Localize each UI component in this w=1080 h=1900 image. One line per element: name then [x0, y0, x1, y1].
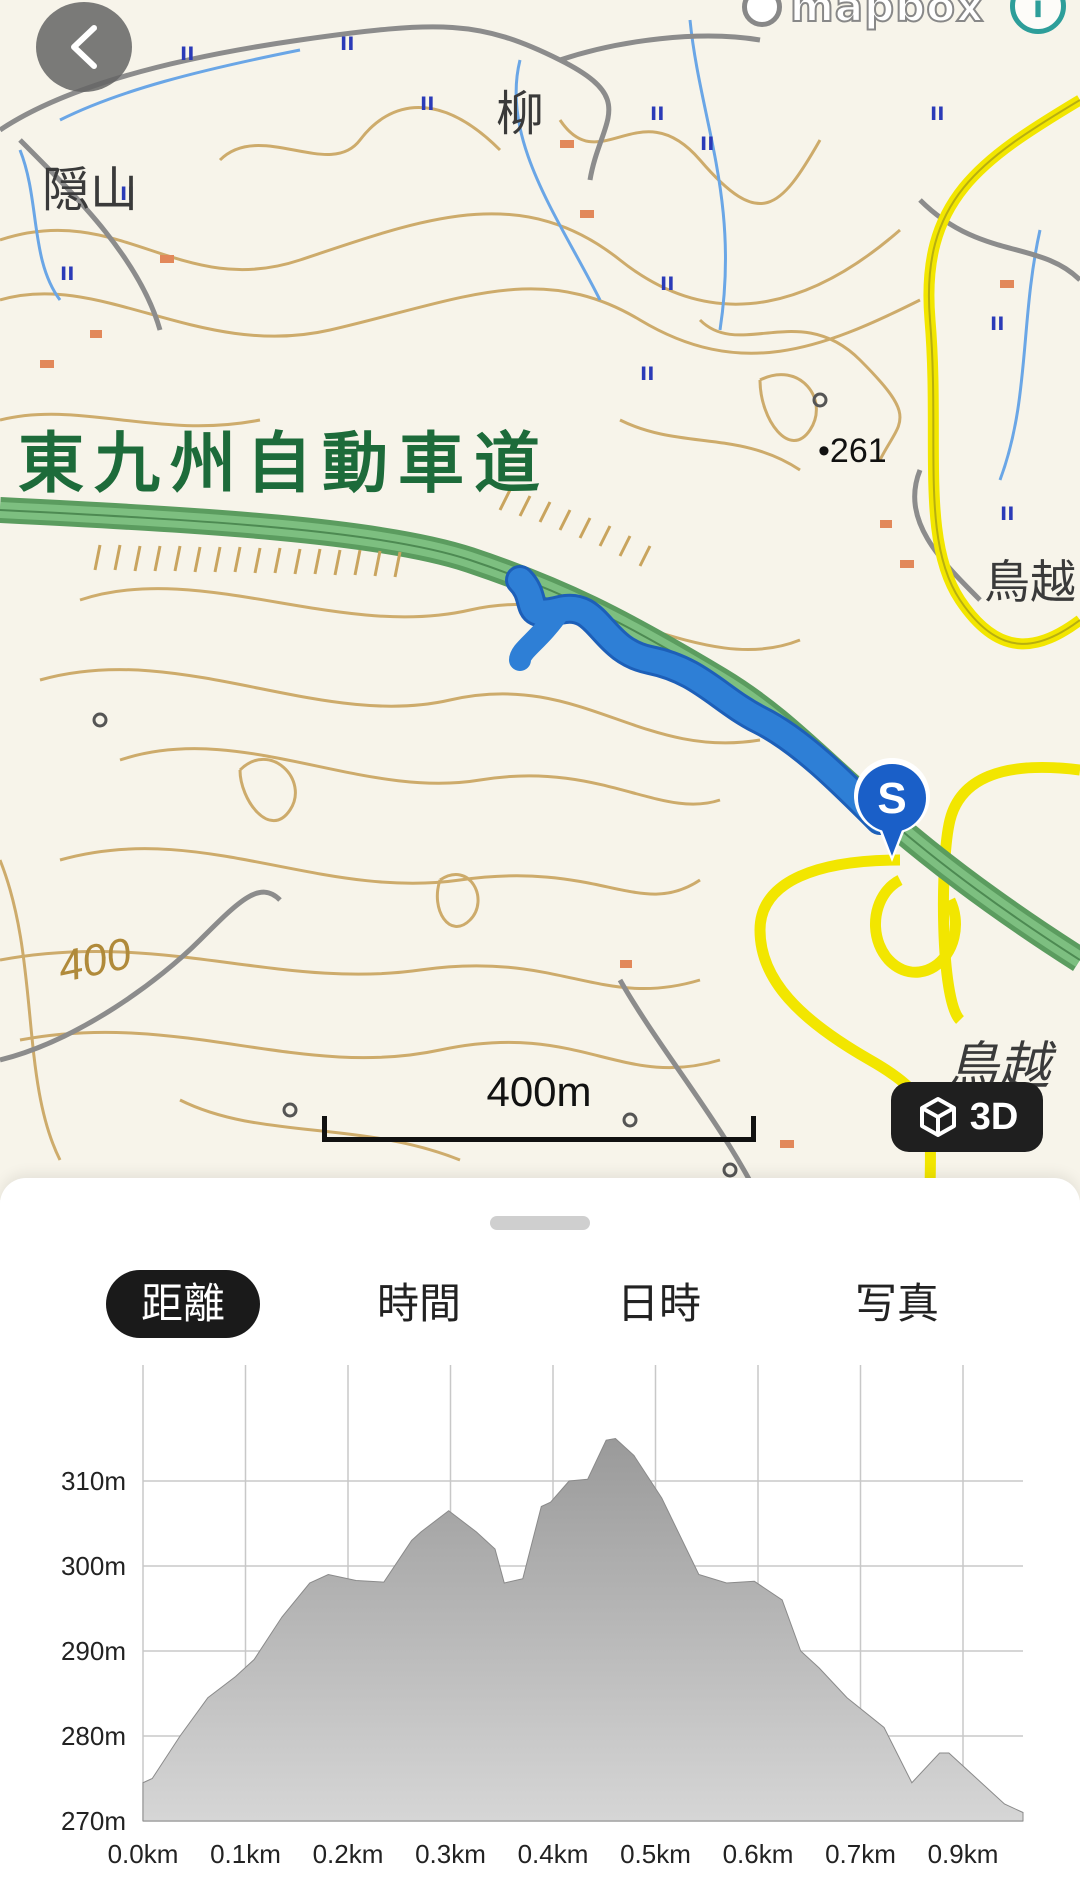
x-tick-label: 0.7km: [825, 1839, 896, 1869]
cube-icon: [919, 1097, 956, 1137]
x-tick-label: 0.3km: [415, 1839, 486, 1869]
svg-text:ıı: ıı: [60, 256, 74, 286]
x-tick-label: 0.2km: [313, 1839, 384, 1869]
scale-bar: 400m: [322, 1068, 756, 1142]
y-tick-label: 310m: [61, 1466, 126, 1496]
svg-text:ıı: ıı: [640, 356, 654, 386]
place-label: 隠山: [42, 162, 139, 218]
y-tick-label: 290m: [61, 1636, 126, 1666]
elevation-chart[interactable]: 270m 280m 290m 300m 310m 0.0km 0.1km 0.2km 0.3k…: [0, 1178, 1080, 1900]
mapbox-logo: mapbox: [742, 0, 985, 32]
y-tick-label: 280m: [61, 1721, 126, 1751]
highway-label: 東九州自動車道: [18, 424, 550, 502]
chevron-left-icon: [71, 25, 97, 69]
x-tick-label: 0.9km: [928, 1839, 999, 1869]
start-marker[interactable]: S: [852, 757, 932, 868]
svg-text:ıı: ıı: [420, 86, 434, 116]
svg-text:ıı: ıı: [1000, 496, 1014, 526]
scale-label: 400m: [486, 1068, 592, 1115]
x-tick-label: 0.0km: [108, 1839, 179, 1869]
place-label: 鳥越: [984, 555, 1076, 609]
spot-height-label: •261: [818, 432, 887, 470]
back-button[interactable]: [36, 2, 132, 92]
x-tick-label: 0.4km: [518, 1839, 589, 1869]
elevation-area: [142, 1437, 1024, 1822]
mapbox-logo-icon: [742, 0, 782, 27]
scale-line: [322, 1116, 756, 1142]
svg-text:ıı: ıı: [990, 306, 1004, 336]
svg-text:ıı: ıı: [340, 26, 354, 56]
view-3d-label: 3D: [969, 1095, 1019, 1138]
y-tick-label: 300m: [61, 1551, 126, 1581]
map-view[interactable]: ıı ıı ıı ıı ıı ıı ıı ıı ıı ıı ıı ıı mapbox i 隠山 …: [0, 0, 1080, 1200]
bottom-sheet: 距離 時間 日時 写真 270m 280m 290m 300m 310m 0.0km 0.…: [0, 1178, 1080, 1900]
svg-text:ıı: ıı: [180, 36, 194, 66]
y-tick-label: 270m: [61, 1806, 126, 1836]
svg-text:ıı: ıı: [930, 96, 944, 126]
x-tick-label: 0.1km: [210, 1839, 281, 1869]
svg-text:ıı: ıı: [660, 266, 674, 296]
svg-text:ıı: ıı: [700, 126, 714, 156]
x-tick-label: 0.6km: [723, 1839, 794, 1869]
x-tick-label: 0.5km: [620, 1839, 691, 1869]
mapbox-logo-text: mapbox: [789, 0, 985, 32]
place-label: 柳: [496, 86, 545, 142]
svg-text:ıı: ıı: [650, 96, 664, 126]
start-marker-label: S: [877, 774, 906, 823]
view-3d-button[interactable]: 3D: [891, 1082, 1043, 1152]
